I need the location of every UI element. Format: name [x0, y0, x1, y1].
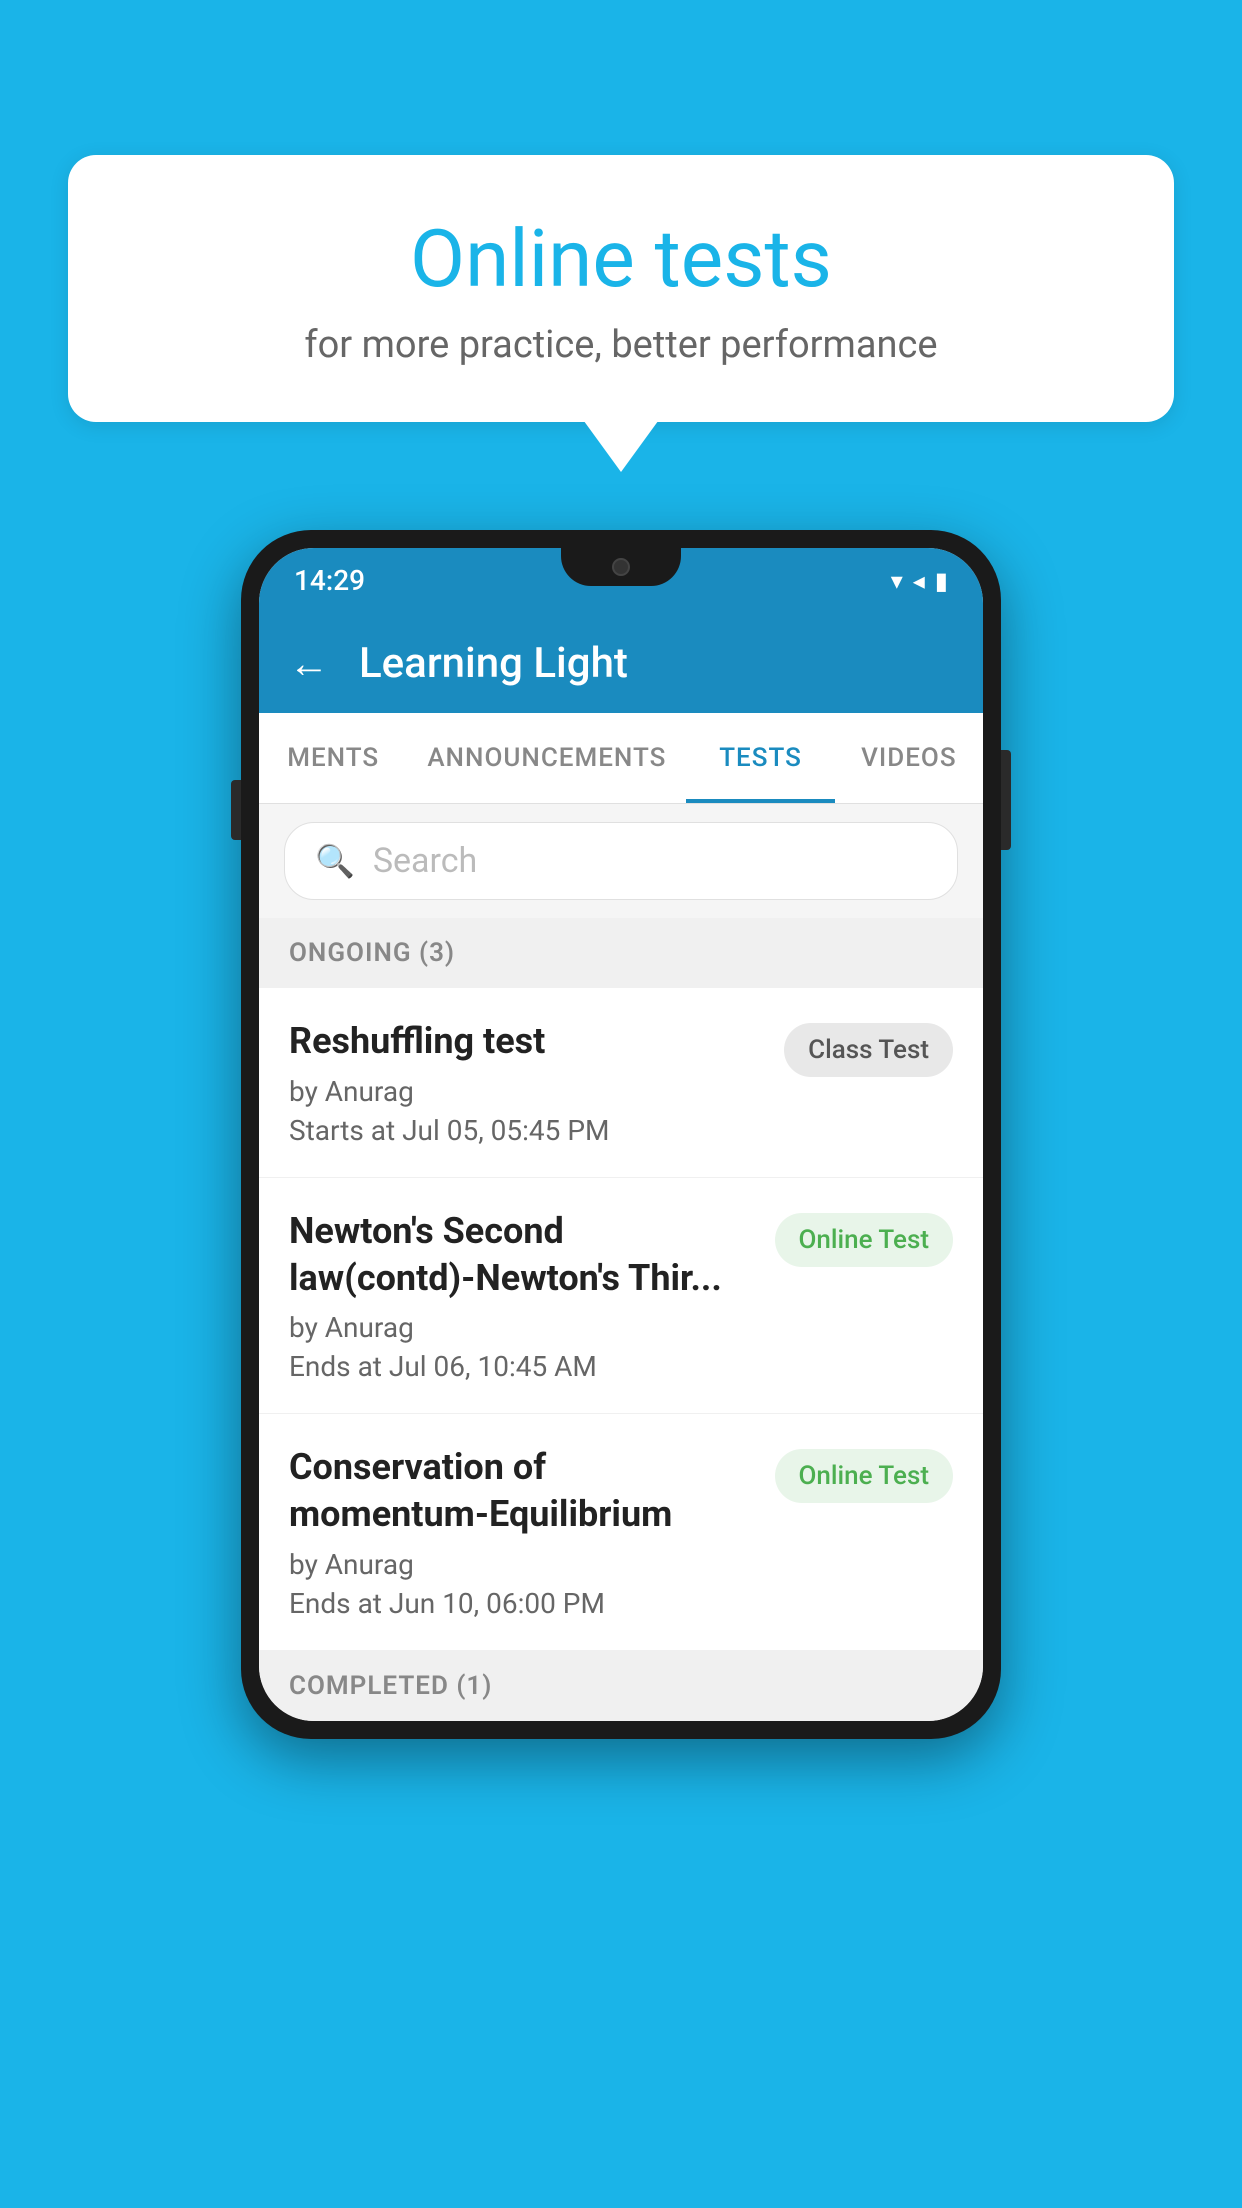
status-icons: ▾ ◂ ▮ [891, 567, 948, 595]
test-date: Starts at Jul 05, 05:45 PM [289, 1114, 764, 1147]
wifi-icon: ▾ [891, 567, 903, 595]
app-title: Learning Light [359, 639, 628, 688]
status-bar: 14:29 ▾ ◂ ▮ [259, 548, 983, 613]
status-time: 14:29 [294, 564, 365, 597]
test-item[interactable]: Reshuffling test by Anurag Starts at Jul… [259, 988, 983, 1178]
test-name: Reshuffling test [289, 1018, 764, 1065]
test-name: Newton's Second law(contd)-Newton's Thir… [289, 1208, 755, 1302]
completed-section-header: COMPLETED (1) [259, 1651, 983, 1721]
phone-mockup: 14:29 ▾ ◂ ▮ ← Learning Light MENTS ANNOU… [241, 530, 1001, 1739]
search-icon: 🔍 [315, 842, 355, 880]
test-date: Ends at Jun 10, 06:00 PM [289, 1587, 755, 1620]
test-info: Conservation of momentum-Equilibrium by … [289, 1444, 775, 1620]
test-badge-online: Online Test [775, 1449, 954, 1503]
bubble-subtitle: for more practice, better performance [148, 323, 1094, 367]
test-badge-online: Online Test [775, 1213, 954, 1267]
ongoing-section-header: ONGOING (3) [259, 918, 983, 988]
phone-frame: 14:29 ▾ ◂ ▮ ← Learning Light MENTS ANNOU… [241, 530, 1001, 1739]
tab-tests[interactable]: TESTS [686, 713, 834, 803]
bubble-title: Online tests [148, 215, 1094, 303]
test-info: Reshuffling test by Anurag Starts at Jul… [289, 1018, 784, 1147]
tab-ments[interactable]: MENTS [259, 713, 407, 803]
back-button[interactable]: ← [289, 640, 329, 687]
test-item[interactable]: Newton's Second law(contd)-Newton's Thir… [259, 1178, 983, 1415]
test-info: Newton's Second law(contd)-Newton's Thir… [289, 1208, 775, 1384]
search-placeholder-text: Search [373, 841, 477, 881]
tab-announcements[interactable]: ANNOUNCEMENTS [407, 713, 686, 803]
search-bar[interactable]: 🔍 Search [284, 822, 958, 900]
tab-videos[interactable]: VIDEOS [835, 713, 983, 803]
test-author: by Anurag [289, 1548, 755, 1581]
promo-section: Online tests for more practice, better p… [68, 155, 1174, 422]
test-author: by Anurag [289, 1075, 764, 1108]
battery-icon: ▮ [935, 567, 948, 595]
test-date: Ends at Jul 06, 10:45 AM [289, 1350, 755, 1383]
test-name: Conservation of momentum-Equilibrium [289, 1444, 755, 1538]
camera [612, 558, 630, 576]
test-author: by Anurag [289, 1311, 755, 1344]
tabs-bar: MENTS ANNOUNCEMENTS TESTS VIDEOS [259, 713, 983, 804]
signal-icon: ◂ [913, 567, 925, 595]
test-item[interactable]: Conservation of momentum-Equilibrium by … [259, 1414, 983, 1651]
app-bar: ← Learning Light [259, 613, 983, 713]
speech-bubble: Online tests for more practice, better p… [68, 155, 1174, 422]
search-container: 🔍 Search [259, 804, 983, 918]
phone-screen: 14:29 ▾ ◂ ▮ ← Learning Light MENTS ANNOU… [259, 548, 983, 1721]
notch [561, 548, 681, 586]
test-badge-class: Class Test [784, 1023, 953, 1077]
